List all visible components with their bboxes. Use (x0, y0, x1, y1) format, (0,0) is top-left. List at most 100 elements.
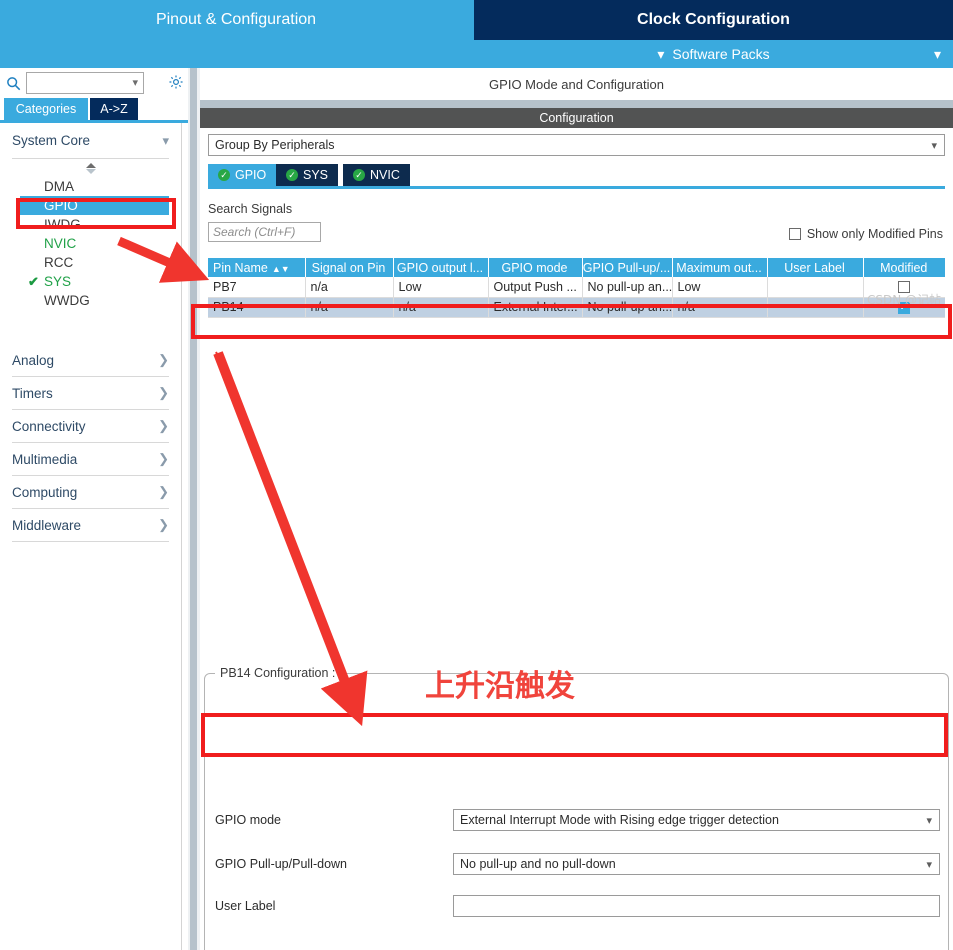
search-signals-input[interactable]: Search (Ctrl+F) (208, 222, 321, 242)
field-gpio-pull: GPIO Pull-up/Pull-down No pull-up and no… (215, 844, 940, 884)
table-row[interactable]: PB14 n/a n/a External Inter... No pull-u… (208, 297, 945, 318)
gpio-mode-select[interactable]: External Interrupt Mode with Rising edge… (453, 809, 940, 831)
sidebar-category-timers[interactable]: Timers ❯ (12, 377, 169, 410)
cell-pin-name: PB7 (208, 277, 306, 298)
sidebar-category-analog[interactable]: Analog ❯ (12, 344, 169, 377)
chevron-down-icon: ▾ (926, 814, 932, 827)
gpio-pull-select[interactable]: No pull-up and no pull-down ▾ (453, 853, 940, 875)
field-gpio-mode: GPIO mode External Interrupt Mode with R… (215, 800, 940, 840)
sidebar-item-label: IWDG (44, 217, 81, 232)
search-icon (0, 76, 26, 91)
column-header-maximum-output[interactable]: Maximum out... (672, 258, 768, 277)
sidebar-item-label: NVIC (44, 236, 77, 251)
tab-nvic[interactable]: ✓ NVIC (343, 164, 410, 186)
cell-gpio-output-level: n/a (393, 297, 489, 318)
column-label: Modified (880, 260, 928, 275)
column-header-modified[interactable]: Modified (863, 258, 945, 277)
show-only-modified-pins-checkbox[interactable]: Show only Modified Pins (788, 227, 943, 241)
sidebar-item-iwdg[interactable]: IWDG (0, 215, 181, 234)
field-gpio-mode-label: GPIO mode (215, 813, 281, 827)
chevron-right-icon: ❯ (158, 451, 169, 466)
sidebar-item-rcc[interactable]: RCC (0, 253, 181, 272)
gpio-mode-value: External Interrupt Mode with Rising edge… (460, 813, 779, 827)
sidebar-item-dma[interactable]: DMA (0, 177, 181, 196)
column-label: User Label (784, 260, 845, 275)
column-label: GPIO output l... (396, 260, 484, 275)
gear-icon[interactable] (168, 74, 184, 95)
software-packs-expand-toggle[interactable]: ▾ (934, 40, 941, 68)
column-header-gpio-pull[interactable]: GPIO Pull-up/... (582, 258, 673, 277)
table-row[interactable]: PB7 n/a Low Output Push ... No pull-up a… (208, 277, 945, 298)
cell-user-label (767, 297, 864, 318)
tab-categories[interactable]: Categories (4, 98, 88, 120)
sidebar-item-label: RCC (44, 255, 74, 270)
gpio-pull-value: No pull-up and no pull-down (460, 857, 616, 871)
checkbox-icon (788, 228, 801, 240)
column-label: Pin Name (213, 260, 268, 275)
cell-pin-name: PB14 (208, 297, 306, 318)
tab-pinout-label: Pinout & Configuration (155, 11, 317, 28)
tab-clock-configuration[interactable]: Clock Configuration (474, 0, 953, 40)
tab-a-to-z[interactable]: A->Z (90, 98, 138, 120)
software-packs-button[interactable]: ▾ Software Packs (474, 40, 953, 68)
sidebar-search-input[interactable]: ▾ (26, 72, 144, 94)
user-label-input[interactable] (453, 895, 940, 917)
field-user-label-label: User Label (215, 899, 276, 913)
cell-maximum-output: n/a (672, 297, 768, 318)
cell-user-label (767, 277, 864, 298)
group-by-select[interactable]: Group By Peripherals ▾ (208, 134, 945, 156)
check-circle-icon: ✓ (353, 169, 365, 181)
column-label: Maximum out... (676, 260, 762, 275)
tree-group-system-core[interactable]: System Core ▾ (12, 123, 169, 159)
chevron-right-icon: ❯ (158, 418, 169, 433)
sidebar-category-middleware[interactable]: Middleware ❯ (12, 509, 169, 542)
pin-configuration-legend: PB14 Configuration : (215, 666, 341, 680)
cell-gpio-output-level: Low (393, 277, 489, 298)
cell-gpio-mode: External Inter... (488, 297, 583, 318)
chevron-down-icon: ▾ (926, 858, 932, 871)
column-header-signal-on-pin[interactable]: Signal on Pin (305, 258, 394, 277)
sidebar-item-sys[interactable]: ✔ SYS (0, 272, 181, 291)
sidebar-item-label: GPIO (44, 198, 78, 213)
cell-signal-on-pin: n/a (305, 277, 394, 298)
chevron-right-icon: ❯ (158, 352, 169, 367)
sidebar-category-multimedia[interactable]: Multimedia ❯ (12, 443, 169, 476)
sidebar-item-nvic[interactable]: NVIC (0, 234, 181, 253)
tab-sys[interactable]: ✓ SYS (276, 164, 339, 186)
chevron-right-icon: ❯ (158, 484, 169, 499)
panel-divider (200, 100, 953, 108)
cell-gpio-pull: No pull-up an... (582, 297, 673, 318)
pin-configuration-groupbox: PB14 Configuration : GPIO mode External … (204, 666, 949, 950)
column-label: GPIO Pull-up/... (582, 260, 671, 275)
panel-splitter[interactable] (188, 68, 200, 950)
sidebar-category-connectivity[interactable]: Connectivity ❯ (12, 410, 169, 443)
cell-signal-on-pin: n/a (305, 297, 394, 318)
tab-a-to-z-label: A->Z (100, 102, 128, 116)
column-header-gpio-output-level[interactable]: GPIO output l... (393, 258, 489, 277)
configuration-section-label: Configuration (539, 111, 614, 125)
annotation-chinese-note: 上升沿触发 (425, 669, 575, 704)
chevron-down-icon: ▾ (162, 132, 169, 148)
sidebar-category-label: Multimedia (12, 451, 78, 467)
sidebar-category-label: Middleware (12, 517, 82, 533)
tree-scroll-nub[interactable] (0, 159, 181, 177)
column-label: GPIO mode (501, 260, 568, 275)
sort-asc-icon: ▲▼ (271, 263, 290, 274)
sidebar-search-row: ▾ (0, 68, 188, 98)
search-signals-label: Search Signals (208, 202, 293, 216)
check-circle-icon: ✓ (218, 169, 230, 181)
tab-gpio[interactable]: ✓ GPIO (208, 164, 277, 186)
tab-categories-label: Categories (15, 102, 77, 116)
chevron-down-icon: ▾ (933, 46, 941, 62)
sidebar-item-wwdg[interactable]: WWDG (0, 291, 181, 310)
column-header-user-label[interactable]: User Label (767, 258, 864, 277)
cell-gpio-pull: No pull-up an... (582, 277, 673, 298)
sidebar-item-gpio[interactable]: GPIO (20, 196, 169, 215)
peripheral-tab-underline (208, 186, 945, 189)
check-circle-icon: ✓ (286, 169, 298, 181)
column-header-gpio-mode[interactable]: GPIO mode (488, 258, 583, 277)
tab-pinout-configuration[interactable]: Pinout & Configuration (0, 0, 472, 40)
column-header-pin-name[interactable]: Pin Name ▲▼ (208, 258, 306, 277)
sidebar-category-computing[interactable]: Computing ❯ (12, 476, 169, 509)
